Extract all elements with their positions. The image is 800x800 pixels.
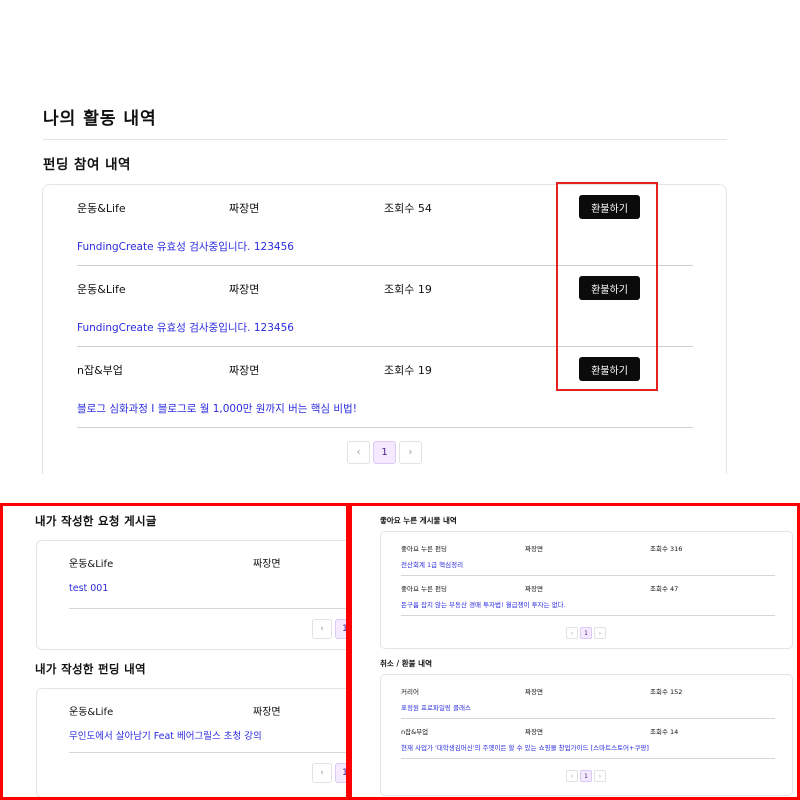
refund-buttons-highlight (556, 182, 658, 391)
page-1-button[interactable]: 1 (335, 619, 346, 639)
category-label: 커리어 (401, 688, 419, 696)
cancel-refund-title-link[interactable]: 현재 사업가 '대학생김머신'의 주옛이든 할 수 있는 쇼핑몰 창업가이드 [… (401, 742, 649, 752)
request-posts-pagination: ‹ 1 (312, 619, 346, 639)
writer-label: 짜장면 (525, 585, 543, 593)
cancel-refund-title: 취소 / 환불 내역 (380, 659, 432, 668)
funding-pagination: ‹ 1 › (347, 441, 425, 464)
next-page-button[interactable]: › (399, 441, 422, 464)
my-funding-title-link[interactable]: 무인도에서 살아남기 Feat 베어그릴스 초청 강의 (69, 728, 262, 742)
cancel-refund-row: n잡&부업 짜장면 조회수 14 현재 사업가 '대학생김머신'의 주옛이든 할… (401, 719, 775, 759)
view-count: 조회수 316 (650, 545, 683, 553)
writer-label: 짜장면 (229, 364, 260, 377)
category-label: n잡&부업 (401, 728, 429, 736)
row-divider (77, 427, 693, 428)
liked-post-title-link[interactable]: 돈구름 잡지 않는 부동산 경매 투자법! 월급쟁이 투자는 없다. (401, 599, 566, 609)
category-label: 운동&Life (77, 283, 126, 296)
category-label: 좋아요 누른 펀딩 (401, 545, 447, 553)
cancel-refund-row: 커리어 짜장면 조회수 152 표정원 프로파일링 클래스 (401, 679, 775, 719)
left-highlight-panel: 내가 작성한 요청 게시글 운동&Life 짜장면 test 001 ‹ 1 내… (0, 503, 349, 800)
writer-label: 짜장면 (525, 688, 543, 696)
category-label: 운동&Life (69, 559, 114, 570)
prev-page-button[interactable]: ‹ (347, 441, 370, 464)
prev-page-button[interactable]: ‹ (312, 763, 332, 783)
cancel-refund-title-link[interactable]: 표정원 프로파일링 클래스 (401, 702, 471, 712)
liked-post-row: 좋아요 누른 펀딩 짜장면 조회수 47 돈구름 잡지 않는 부동산 경매 투자… (401, 576, 775, 616)
category-label: n잡&부업 (77, 364, 123, 377)
liked-posts-title: 좋아요 누른 게시물 내역 (380, 516, 457, 525)
prev-page-button[interactable]: ‹ (312, 619, 332, 639)
view-count: 조회수 54 (384, 202, 432, 215)
next-page-button[interactable]: › (594, 627, 606, 639)
funding-title-link[interactable]: 블로그 심화과정 I 블로그로 월 1,000만 원까지 버는 핵심 비법! (77, 401, 357, 416)
view-count: 조회수 19 (384, 283, 432, 296)
page-1-button[interactable]: 1 (580, 627, 592, 639)
writer-label: 짜장면 (525, 545, 543, 553)
row-divider (69, 752, 346, 753)
request-posts-title: 내가 작성한 요청 게시글 (35, 514, 157, 528)
cancel-refund-card: 커리어 짜장면 조회수 152 표정원 프로파일링 클래스 n잡&부업 짜장면 … (380, 674, 793, 796)
view-count: 조회수 19 (384, 364, 432, 377)
prev-page-button[interactable]: ‹ (566, 770, 578, 782)
liked-posts-card: 좋아요 누른 펀딩 짜장면 조회수 316 전산회계 1급 핵심정리 좋아요 누… (380, 531, 793, 649)
category-label: 좋아요 누른 펀딩 (401, 585, 447, 593)
view-count: 조회수 152 (650, 688, 683, 696)
row-divider (401, 615, 775, 616)
writer-label: 짜장면 (229, 202, 260, 215)
page-1-button[interactable]: 1 (580, 770, 592, 782)
liked-post-row: 좋아요 누른 펀딩 짜장면 조회수 316 전산회계 1급 핵심정리 (401, 536, 775, 576)
page-title: 나의 활동 내역 (43, 109, 157, 129)
funding-section-title: 펀딩 참여 내역 (43, 157, 131, 173)
prev-page-button[interactable]: ‹ (566, 627, 578, 639)
next-page-button[interactable]: › (594, 770, 606, 782)
liked-posts-pagination: ‹ 1 › (566, 627, 608, 639)
right-highlight-panel: 좋아요 누른 게시물 내역 좋아요 누른 펀딩 짜장면 조회수 316 전산회계… (349, 503, 800, 800)
liked-post-title-link[interactable]: 전산회계 1급 핵심정리 (401, 559, 463, 569)
my-fundings-pagination: ‹ 1 (312, 763, 346, 783)
funding-title-link[interactable]: FundingCreate 유효성 검사중입니다. 123456 (77, 239, 294, 254)
writer-label: 짜장면 (253, 559, 281, 570)
request-post-title-link[interactable]: test 001 (69, 583, 108, 594)
row-divider (69, 608, 346, 609)
title-divider (43, 139, 727, 140)
my-fundings-card: 운동&Life 짜장면 무인도에서 살아남기 Feat 베어그릴스 초청 강의 … (36, 688, 346, 797)
request-posts-card: 운동&Life 짜장면 test 001 ‹ 1 (36, 540, 346, 650)
category-label: 운동&Life (69, 707, 114, 718)
view-count: 조회수 14 (650, 728, 679, 736)
category-label: 운동&Life (77, 202, 126, 215)
writer-label: 짜장면 (229, 283, 260, 296)
writer-label: 짜장면 (253, 707, 281, 718)
view-count: 조회수 47 (650, 585, 679, 593)
page-1-button[interactable]: 1 (373, 441, 396, 464)
my-fundings-title: 내가 작성한 펀딩 내역 (35, 662, 146, 676)
writer-label: 짜장면 (525, 728, 543, 736)
funding-title-link[interactable]: FundingCreate 유효성 검사중입니다. 123456 (77, 320, 294, 335)
page-1-button[interactable]: 1 (335, 763, 346, 783)
cancel-refund-pagination: ‹ 1 › (566, 770, 608, 782)
row-divider (401, 758, 775, 759)
